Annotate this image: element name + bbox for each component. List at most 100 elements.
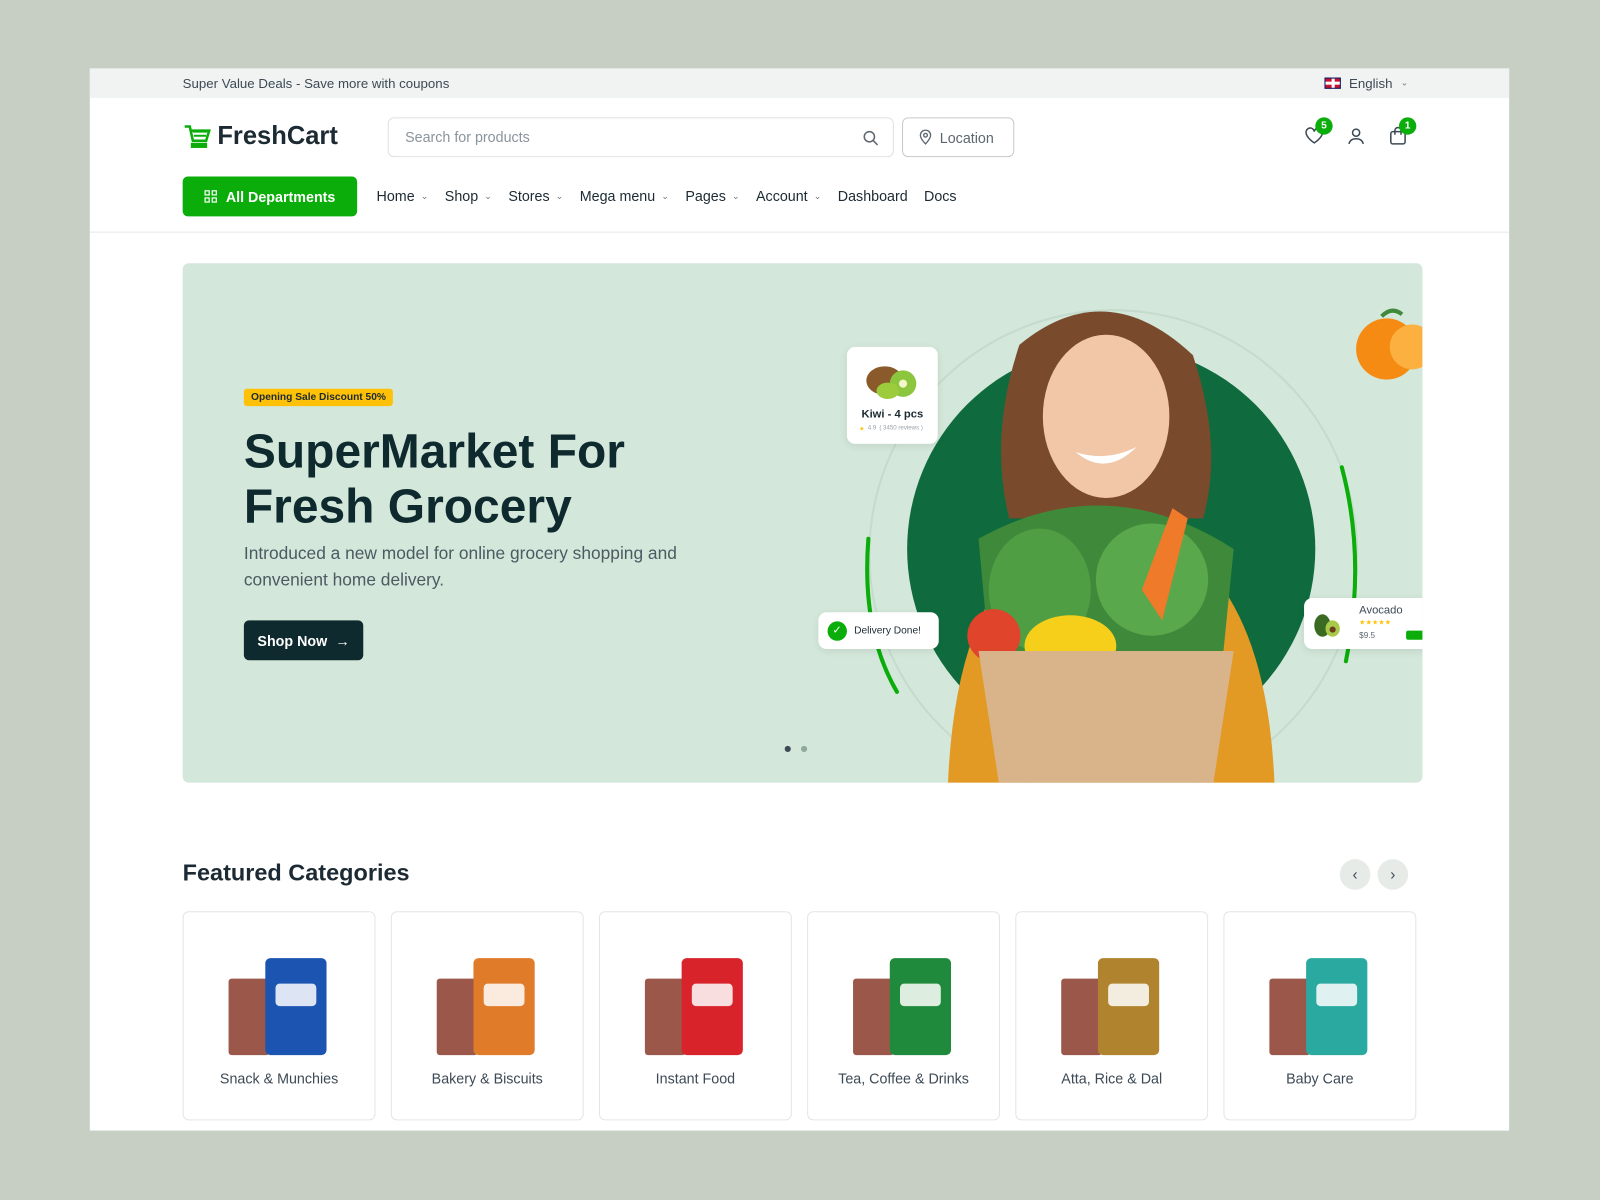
nav-label: Dashboard (837, 187, 908, 205)
chevron-down-icon: ⌄ (813, 190, 822, 201)
hero-title: SuperMarket For Fresh Grocery (243, 423, 625, 533)
nav-label: Account (756, 187, 808, 205)
browser-window: Super Value Deals - Save more with coupo… (89, 68, 1510, 1131)
sale-tag: Opening Sale Discount 50% (243, 388, 394, 407)
category-card[interactable]: Tea, Coffee & Drinks (807, 911, 1000, 1121)
search-placeholder: Search for products (405, 128, 530, 145)
chevron-down-icon: ⌄ (484, 190, 492, 201)
shop-now-label: Shop Now (257, 632, 328, 649)
chevron-right-icon: › (1390, 865, 1396, 884)
avocado-stars: ★★★★★ (1359, 619, 1392, 627)
nav-item-stores[interactable]: Stores ⌄ (508, 188, 563, 204)
orange-image (1356, 308, 1423, 380)
category-image (644, 958, 743, 1056)
chevron-down-icon: ⌄ (731, 190, 740, 201)
language-label: English (1348, 75, 1393, 91)
prev-button[interactable]: ‹ (1339, 859, 1371, 890)
star-icon: ★ (859, 426, 865, 433)
hero-subtitle: Introduced a new model for online grocer… (243, 543, 677, 590)
location-label: Location (939, 129, 994, 146)
carousel-dot-2[interactable] (801, 745, 808, 753)
logo[interactable]: FreshCart (183, 121, 338, 151)
top-bar: Super Value Deals - Save more with coupo… (89, 68, 1510, 98)
shop-now-button[interactable]: Shop Now → (243, 620, 364, 661)
nav-item-pages[interactable]: Pages ⌄ (685, 188, 739, 204)
chevron-down-icon: ⌄ (661, 190, 670, 201)
arrow-right-icon: → (335, 632, 350, 649)
delivery-done-card: ✓ Delivery Done! (818, 612, 939, 649)
nav-item-home[interactable]: Home ⌄ (377, 188, 429, 204)
chevron-left-icon: ‹ (1352, 865, 1358, 884)
avocado-price: $9.5 (1359, 630, 1376, 640)
language-selector[interactable]: English ⌄ (1324, 76, 1408, 91)
category-image (228, 958, 327, 1056)
nav-item-shop[interactable]: Shop ⌄ (445, 188, 492, 204)
check-circle-icon: ✓ (827, 620, 847, 641)
next-button[interactable]: › (1377, 859, 1409, 890)
delivery-text: Delivery Done! (854, 624, 922, 637)
kiwi-rating-value: 4.9 (867, 425, 877, 432)
chevron-down-icon: ⌄ (1400, 77, 1409, 88)
category-label: Baby Care (1286, 1070, 1354, 1087)
nav-item-dashboard[interactable]: Dashboard (838, 188, 908, 204)
kiwi-name: Kiwi - 4 pcs (861, 408, 924, 421)
departments-label: All Departments (225, 188, 336, 205)
category-card[interactable]: Instant Food (598, 911, 792, 1121)
carousel-dot-1[interactable] (784, 745, 791, 753)
kiwi-image (866, 366, 917, 399)
search-icon[interactable] (862, 130, 879, 146)
nav-label: Shop (444, 187, 479, 205)
wishlist-button[interactable]: 5 (1304, 117, 1333, 150)
category-card[interactable]: Snack & Munchies (182, 911, 376, 1121)
category-label: Snack & Munchies (219, 1070, 339, 1087)
logo-text: FreshCart (217, 121, 338, 150)
uk-flag-icon (1324, 77, 1341, 89)
chevron-down-icon: ⌄ (420, 190, 429, 201)
cart-button[interactable]: 1 (1388, 117, 1417, 150)
wishlist-count-badge: 5 (1315, 117, 1333, 135)
category-card[interactable]: Bakery & Biscuits (390, 911, 584, 1121)
location-button[interactable]: Location (902, 117, 1015, 158)
kiwi-product-card[interactable]: Kiwi - 4 pcs ★ 4.9( 3450 reviews ) (846, 346, 938, 444)
nav-label: Stores (508, 187, 550, 205)
avocado-product-card[interactable]: Avocado ★★★★★ $9.5 (1304, 597, 1423, 649)
category-image (436, 958, 535, 1056)
cart-count-badge: 1 (1398, 117, 1417, 135)
grid-icon (204, 190, 218, 203)
hero-banner: Opening Sale Discount 50% SuperMarket Fo… (182, 263, 1423, 783)
account-button[interactable] (1346, 126, 1366, 150)
category-card[interactable]: Atta, Rice & Dal (1015, 911, 1209, 1121)
carousel-dots (784, 745, 808, 753)
category-label: Tea, Coffee & Drinks (838, 1070, 969, 1087)
chevron-down-icon: ⌄ (555, 190, 564, 201)
category-label: Bakery & Biscuits (431, 1070, 543, 1087)
all-departments-button[interactable]: All Departments (182, 176, 358, 217)
category-list: Snack & Munchies Bakery & Biscuits Instant… (182, 911, 1417, 1121)
search-input[interactable]: Search for products (387, 117, 894, 158)
nav-label: Home (376, 187, 415, 205)
map-pin-icon (919, 129, 932, 145)
avocado-image (1314, 614, 1340, 637)
avocado-name: Avocado (1359, 604, 1403, 617)
nav-label: Docs (924, 187, 957, 205)
woman-with-groceries-image (948, 311, 1275, 783)
nav-item-account[interactable]: Account ⌄ (756, 188, 821, 204)
main-nav: Home ⌄ Shop ⌄ Stores ⌄ Mega menu ⌄ Pages ⌄ Account… (377, 188, 957, 204)
kiwi-reviews: ( 3450 reviews ) (879, 425, 923, 432)
category-card[interactable]: Baby Care (1223, 911, 1417, 1121)
deals-text: Super Value Deals - Save more with coupo… (182, 75, 450, 91)
user-icon (1348, 128, 1364, 145)
category-label: Instant Food (655, 1070, 736, 1087)
nav-label: Pages (685, 187, 726, 205)
add-button[interactable] (1406, 630, 1423, 640)
header-divider (89, 231, 1510, 233)
category-image (853, 958, 952, 1056)
category-image (1061, 958, 1160, 1056)
featured-categories-title: Featured Categories (182, 859, 410, 886)
kiwi-rating: ★ 4.9( 3450 reviews ) (859, 426, 923, 433)
nav-item-mega-menu[interactable]: Mega menu ⌄ (580, 188, 669, 204)
category-image (1269, 958, 1368, 1056)
nav-item-docs[interactable]: Docs (924, 188, 957, 204)
nav-label: Mega menu (579, 187, 656, 205)
category-label: Atta, Rice & Dal (1061, 1070, 1163, 1087)
